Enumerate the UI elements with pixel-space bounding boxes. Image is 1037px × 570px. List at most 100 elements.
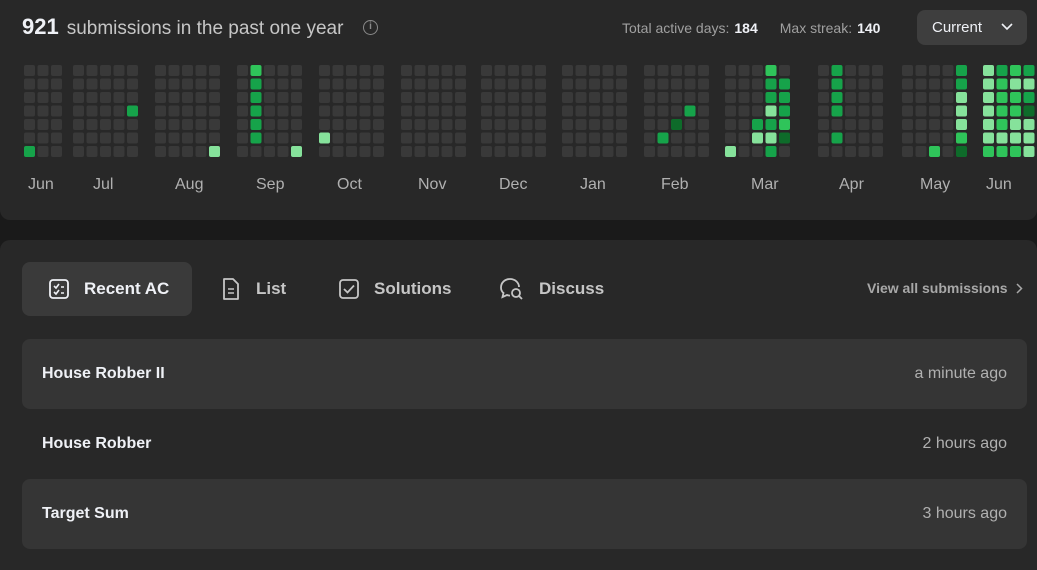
heatmap-cell[interactable] bbox=[277, 119, 289, 130]
heatmap-cell[interactable] bbox=[858, 146, 870, 157]
heatmap-cell[interactable] bbox=[168, 92, 180, 103]
heatmap-cell[interactable] bbox=[127, 92, 138, 103]
heatmap-cell[interactable] bbox=[414, 119, 426, 130]
heatmap-cell[interactable] bbox=[73, 65, 84, 76]
heatmap-cell[interactable] bbox=[237, 146, 248, 157]
heatmap-cell[interactable] bbox=[24, 105, 35, 117]
heatmap-cell[interactable] bbox=[818, 65, 829, 76]
heatmap-cell[interactable] bbox=[209, 65, 220, 76]
heatmap-cell[interactable] bbox=[779, 119, 790, 130]
heatmap-cell[interactable] bbox=[1023, 146, 1035, 157]
heatmap-cell[interactable] bbox=[195, 65, 207, 76]
heatmap-cell[interactable] bbox=[644, 146, 655, 157]
view-all-submissions-link[interactable]: View all submissions bbox=[867, 280, 1023, 296]
heatmap-cell[interactable] bbox=[127, 78, 138, 90]
heatmap-cell[interactable] bbox=[414, 65, 426, 76]
heatmap-cell[interactable] bbox=[698, 105, 709, 117]
heatmap-cell[interactable] bbox=[428, 105, 439, 117]
heatmap-cell[interactable] bbox=[929, 92, 940, 103]
heatmap-cell[interactable] bbox=[1010, 119, 1021, 130]
heatmap-cell[interactable] bbox=[508, 146, 519, 157]
heatmap-cell[interactable] bbox=[359, 65, 371, 76]
heatmap-cell[interactable] bbox=[100, 92, 111, 103]
heatmap-cell[interactable] bbox=[428, 132, 439, 144]
heatmap-cell[interactable] bbox=[1010, 78, 1021, 90]
heatmap-cell[interactable] bbox=[373, 92, 384, 103]
heatmap-cell[interactable] bbox=[942, 65, 954, 76]
heatmap-cell[interactable] bbox=[250, 132, 262, 144]
heatmap-cell[interactable] bbox=[698, 146, 709, 157]
heatmap-cell[interactable] bbox=[996, 146, 1008, 157]
heatmap-cell[interactable] bbox=[277, 78, 289, 90]
heatmap-cell[interactable] bbox=[983, 132, 994, 144]
heatmap-cell[interactable] bbox=[277, 92, 289, 103]
heatmap-cell[interactable] bbox=[441, 119, 453, 130]
heatmap-cell[interactable] bbox=[845, 132, 856, 144]
heatmap-cell[interactable] bbox=[872, 132, 883, 144]
heatmap-cell[interactable] bbox=[779, 65, 790, 76]
heatmap-cell[interactable] bbox=[858, 119, 870, 130]
heatmap-cell[interactable] bbox=[929, 78, 940, 90]
heatmap-cell[interactable] bbox=[37, 105, 49, 117]
heatmap-cell[interactable] bbox=[589, 65, 600, 76]
heatmap-cell[interactable] bbox=[657, 78, 669, 90]
heatmap-cell[interactable] bbox=[602, 92, 614, 103]
heatmap-cell[interactable] bbox=[942, 78, 954, 90]
heatmap-cell[interactable] bbox=[373, 105, 384, 117]
heatmap-cell[interactable] bbox=[113, 92, 125, 103]
heatmap-cell[interactable] bbox=[100, 132, 111, 144]
heatmap-cell[interactable] bbox=[209, 146, 220, 157]
heatmap-cell[interactable] bbox=[401, 92, 412, 103]
heatmap-cell[interactable] bbox=[237, 105, 248, 117]
heatmap-cell[interactable] bbox=[264, 132, 275, 144]
submission-row[interactable]: Target Sum 3 hours ago bbox=[22, 479, 1027, 549]
heatmap-cell[interactable] bbox=[657, 119, 669, 130]
submission-row[interactable]: House Robber II a minute ago bbox=[22, 339, 1027, 409]
heatmap-cell[interactable] bbox=[602, 132, 614, 144]
heatmap-cell[interactable] bbox=[455, 78, 466, 90]
heatmap-cell[interactable] bbox=[902, 92, 913, 103]
heatmap-cell[interactable] bbox=[401, 146, 412, 157]
heatmap-cell[interactable] bbox=[250, 146, 262, 157]
heatmap-cell[interactable] bbox=[73, 92, 84, 103]
heatmap-cell[interactable] bbox=[86, 132, 98, 144]
heatmap-cell[interactable] bbox=[562, 92, 573, 103]
heatmap-cell[interactable] bbox=[209, 119, 220, 130]
heatmap-cell[interactable] bbox=[698, 119, 709, 130]
heatmap-cell[interactable] bbox=[845, 119, 856, 130]
heatmap-cell[interactable] bbox=[277, 146, 289, 157]
heatmap-cell[interactable] bbox=[942, 119, 954, 130]
heatmap-cell[interactable] bbox=[250, 78, 262, 90]
heatmap-cell[interactable] bbox=[831, 92, 843, 103]
heatmap-cell[interactable] bbox=[858, 132, 870, 144]
heatmap-cell[interactable] bbox=[956, 65, 967, 76]
heatmap-cell[interactable] bbox=[155, 132, 166, 144]
heatmap-cell[interactable] bbox=[250, 119, 262, 130]
heatmap-cell[interactable] bbox=[73, 105, 84, 117]
heatmap-cell[interactable] bbox=[818, 132, 829, 144]
heatmap-cell[interactable] bbox=[494, 146, 506, 157]
heatmap-cell[interactable] bbox=[996, 119, 1008, 130]
heatmap-cell[interactable] bbox=[494, 65, 506, 76]
heatmap-cell[interactable] bbox=[684, 78, 696, 90]
heatmap-cell[interactable] bbox=[684, 119, 696, 130]
heatmap-cell[interactable] bbox=[100, 119, 111, 130]
heatmap-cell[interactable] bbox=[37, 132, 49, 144]
heatmap-cell[interactable] bbox=[562, 65, 573, 76]
heatmap-cell[interactable] bbox=[779, 146, 790, 157]
heatmap-cell[interactable] bbox=[602, 105, 614, 117]
heatmap-cell[interactable] bbox=[983, 146, 994, 157]
heatmap-cell[interactable] bbox=[872, 146, 883, 157]
heatmap-cell[interactable] bbox=[671, 65, 682, 76]
heatmap-cell[interactable] bbox=[929, 132, 940, 144]
heatmap-cell[interactable] bbox=[535, 78, 546, 90]
heatmap-cell[interactable] bbox=[996, 132, 1008, 144]
heatmap-cell[interactable] bbox=[671, 146, 682, 157]
heatmap-cell[interactable] bbox=[983, 92, 994, 103]
heatmap-cell[interactable] bbox=[182, 132, 193, 144]
heatmap-cell[interactable] bbox=[86, 146, 98, 157]
heatmap-cell[interactable] bbox=[86, 65, 98, 76]
heatmap-cell[interactable] bbox=[250, 105, 262, 117]
heatmap-cell[interactable] bbox=[237, 78, 248, 90]
heatmap-cell[interactable] bbox=[765, 119, 777, 130]
